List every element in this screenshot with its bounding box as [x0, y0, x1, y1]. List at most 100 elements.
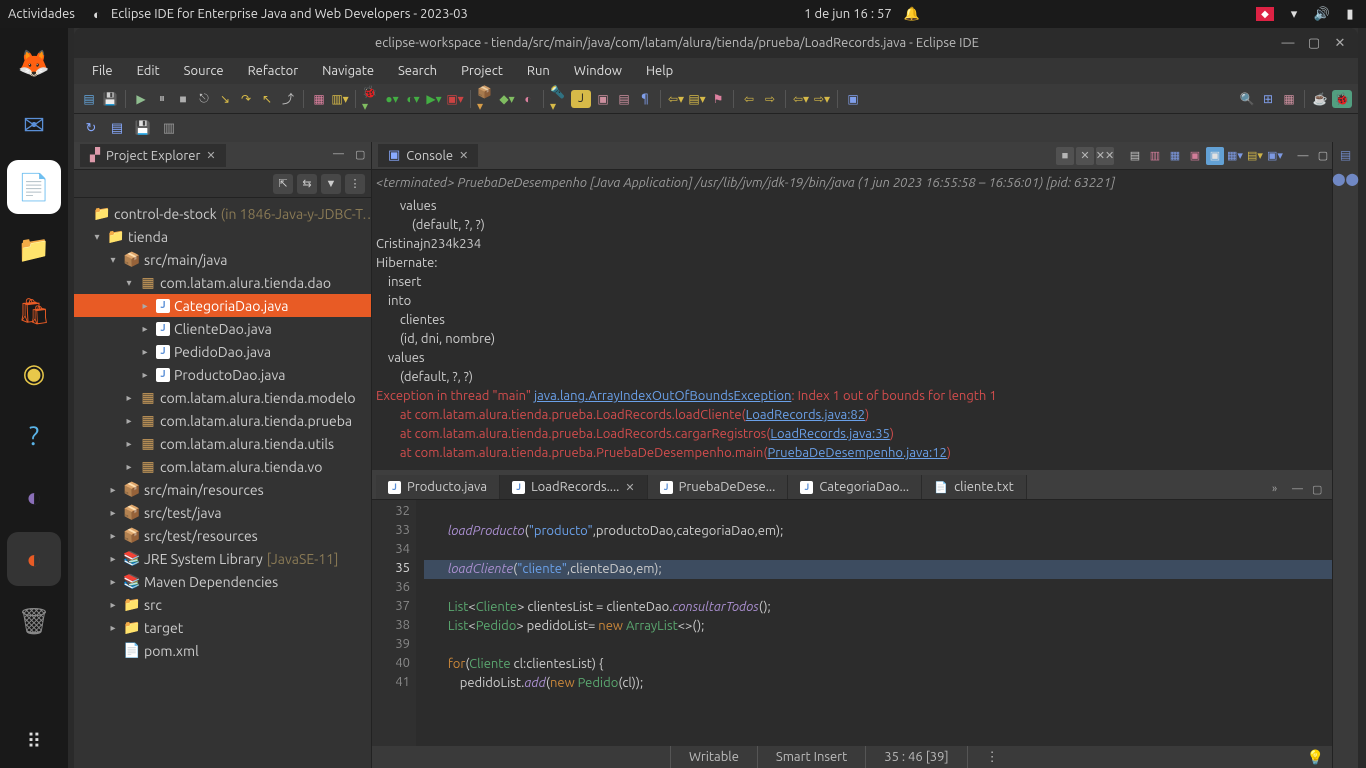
stacktrace-link[interactable]: LoadRecords.java:82 — [746, 408, 865, 422]
volume-icon[interactable]: 🔊 — [1314, 6, 1330, 22]
stack-icon[interactable]: ▥ — [160, 119, 178, 137]
activities-button[interactable]: Actividades — [8, 7, 75, 21]
expand-arrow-icon[interactable]: ▸ — [106, 530, 120, 542]
open-console-dropdown-icon[interactable]: ▤▾ — [1246, 147, 1264, 165]
expand-arrow-icon[interactable]: ▸ — [122, 461, 136, 473]
step-into-icon[interactable]: ↘ — [216, 90, 234, 108]
expand-arrow-icon[interactable]: ▸ — [138, 369, 152, 381]
scroll-lock-icon[interactable]: ▥ — [1146, 147, 1164, 165]
console-min-icon[interactable]: — — [1294, 147, 1312, 165]
dock-show-apps[interactable]: ⠿ — [7, 714, 61, 768]
new-package-icon[interactable]: 📦▾ — [477, 90, 495, 108]
tree-item[interactable]: ▸JCategoriaDao.java — [74, 294, 371, 317]
maximize-view-icon[interactable]: ▢ — [355, 148, 371, 164]
view-menu-icon[interactable]: ⋮ — [345, 174, 365, 194]
expand-arrow-icon[interactable]: ▸ — [106, 599, 120, 611]
disconnect-icon[interactable]: ⎋ — [195, 90, 213, 108]
dock-files[interactable]: 📁 — [7, 222, 61, 276]
console-max-icon[interactable]: ▢ — [1314, 147, 1332, 165]
tree-item[interactable]: ▸JProductoDao.java — [74, 363, 371, 386]
stacktrace-link[interactable]: LoadRecords.java:35 — [770, 427, 889, 441]
tree-item[interactable]: ▸📚Maven Dependencies — [74, 570, 371, 593]
tree-item[interactable]: ▸▦com.latam.alura.tienda.modelo — [74, 386, 371, 409]
restart-icon[interactable]: ↻ — [82, 119, 100, 137]
back-icon[interactable]: ⇦ — [740, 90, 758, 108]
resume-icon[interactable]: ▶ — [132, 90, 150, 108]
expand-arrow-icon[interactable]: ▸ — [106, 507, 120, 519]
tree-item[interactable]: ▾▦com.latam.alura.tienda.dao — [74, 271, 371, 294]
tree-item[interactable]: ▸📦src/test/resources — [74, 524, 371, 547]
dock-eclipse[interactable]: ◐ — [7, 532, 61, 586]
save-all-icon[interactable]: 💾 — [134, 119, 152, 137]
maximize-button[interactable]: ▢ — [1306, 35, 1322, 51]
next-annotation-icon[interactable]: ⇨▾ — [813, 90, 831, 108]
more-tabs-icon[interactable]: » — [1272, 483, 1288, 499]
nav-open-icon[interactable]: ▤▾ — [688, 90, 706, 108]
tree-item[interactable]: 📄pom.xml — [74, 639, 371, 662]
step-over-icon[interactable]: ↷ — [237, 90, 255, 108]
menu-search[interactable]: Search — [388, 61, 447, 81]
perspective-icon[interactable]: ▦ — [1280, 90, 1298, 108]
dock-thunderbird[interactable]: ✉ — [7, 98, 61, 152]
dock-trash[interactable]: 🗑 — [7, 594, 61, 648]
dock-eclipse-old[interactable]: ◐ — [7, 470, 61, 524]
tree-item[interactable]: ▸📦src/test/java — [74, 501, 371, 524]
menu-source[interactable]: Source — [174, 61, 234, 81]
tree-item[interactable]: ▸JPedidoDao.java — [74, 340, 371, 363]
close-button[interactable]: ✕ — [1332, 35, 1348, 51]
stacktrace-link[interactable]: PruebaDeDesempenho.java:12 — [767, 446, 946, 460]
expand-arrow-icon[interactable]: ▸ — [106, 484, 120, 496]
console-output[interactable]: <terminated> PruebaDeDesempenho [Java Ap… — [372, 170, 1332, 470]
status-menu[interactable]: ⋮ — [967, 746, 1017, 768]
external-tools-icon[interactable]: ▣▾ — [446, 90, 464, 108]
remove-all-icon[interactable]: ✕✕ — [1096, 147, 1114, 165]
coverage-icon[interactable]: ◐▾ — [404, 90, 422, 108]
dock-software[interactable]: 🛍 — [7, 284, 61, 338]
run-last-icon[interactable]: ▶▾ — [425, 90, 443, 108]
stacktrace-link[interactable]: java.lang.ArrayIndexOutOfBoundsException — [534, 389, 791, 403]
new-icon[interactable]: ▤ — [80, 90, 98, 108]
jsp-icon[interactable]: J — [571, 90, 591, 108]
editor-tab[interactable]: JLoadRecords....✕ — [500, 475, 648, 499]
expand-arrow-icon[interactable]: ▸ — [106, 576, 120, 588]
new-jsp-icon[interactable]: ▥▾ — [331, 90, 349, 108]
show-console-icon[interactable]: ▣ — [1186, 147, 1204, 165]
open-perspective-icon[interactable]: ⊞ — [1259, 90, 1277, 108]
expand-arrow-icon[interactable]: ▸ — [122, 438, 136, 450]
dock-libreoffice[interactable]: 📄 — [7, 160, 61, 214]
editor-tab[interactable]: 📄cliente.txt — [922, 475, 1027, 499]
bell-icon[interactable]: 🔔 — [904, 6, 920, 22]
new-console-dropdown-icon[interactable]: ▣▾ — [1266, 147, 1284, 165]
debug-icon[interactable]: 🐞▾ — [362, 90, 380, 108]
expand-arrow-icon[interactable]: ▸ — [106, 622, 120, 634]
app-menu[interactable]: ◐ Eclipse IDE for Enterprise Java and We… — [89, 6, 468, 22]
close-tab-icon[interactable]: ✕ — [625, 481, 634, 494]
expand-arrow-icon[interactable]: ▸ — [106, 553, 120, 565]
close-view-icon[interactable]: ✕ — [206, 149, 215, 162]
expand-arrow-icon[interactable]: ▸ — [138, 346, 152, 358]
project-explorer-tab[interactable]: ▞ Project Explorer ✕ — [80, 144, 226, 167]
collapse-all-icon[interactable]: ⇱ — [273, 174, 293, 194]
debug-perspective-icon[interactable]: 🐞 — [1332, 90, 1352, 108]
tree-item[interactable]: ▾📁tienda — [74, 225, 371, 248]
dock-rhythmbox[interactable]: ◉ — [7, 346, 61, 400]
display-dropdown-icon[interactable]: ▦▾ — [1226, 147, 1244, 165]
pin-console-icon[interactable]: ▣ — [1206, 147, 1224, 165]
step-return-icon[interactable]: ↖ — [258, 90, 276, 108]
project-tree[interactable]: 📁control-de-stock (in 1846-Java-y-JDBC-T… — [74, 198, 371, 768]
code-editor[interactable]: 32333435363738394041 loadProducto("produ… — [372, 500, 1332, 746]
tree-item[interactable]: ▸📁src — [74, 593, 371, 616]
close-console-icon[interactable]: ✕ — [459, 149, 468, 162]
new-class-icon[interactable]: ◆▾ — [498, 90, 516, 108]
search-open-icon[interactable]: 🔦▾ — [550, 90, 568, 108]
wifi-icon[interactable]: ▾ — [1286, 6, 1302, 22]
stop-icon[interactable]: ■ — [174, 90, 192, 108]
tree-item[interactable]: ▸📁target — [74, 616, 371, 639]
tree-item[interactable]: 📁control-de-stock (in 1846-Java-y-JDBC-T… — [74, 202, 371, 225]
tip-icon[interactable]: 💡 — [1307, 749, 1324, 766]
battery-icon[interactable]: ▮ — [1342, 6, 1358, 22]
drop-frame-icon[interactable]: ⤴ — [279, 90, 297, 108]
menu-run[interactable]: Run — [517, 61, 560, 81]
console-tab[interactable]: ▣ Console ✕ — [378, 144, 478, 167]
prev-annotation-icon[interactable]: ⇦▾ — [792, 90, 810, 108]
